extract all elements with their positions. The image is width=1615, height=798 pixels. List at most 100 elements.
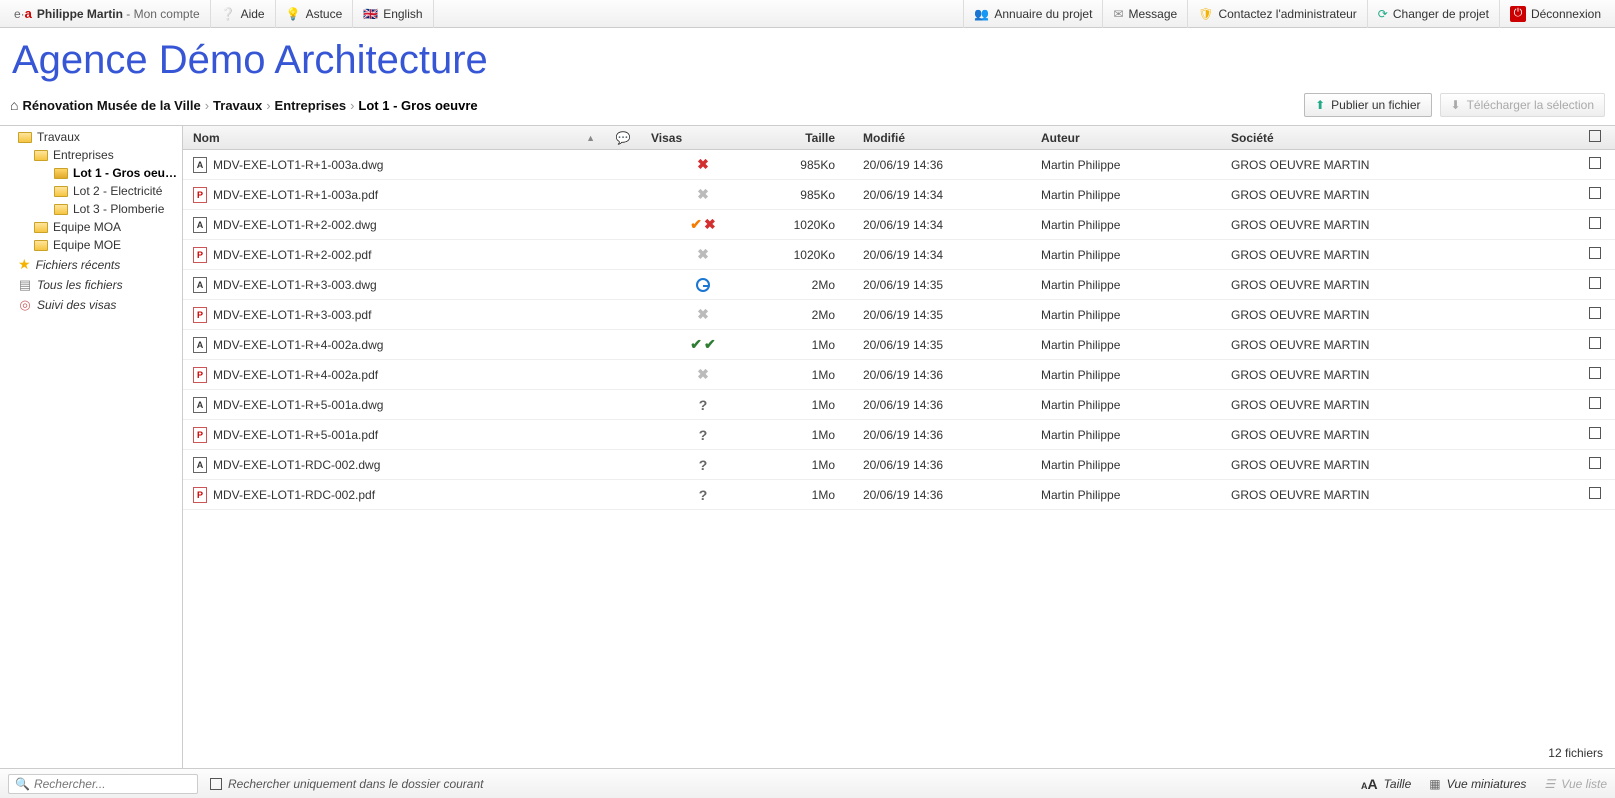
col-header-societe[interactable]: Société (1223, 131, 1533, 145)
breadcrumb-l2[interactable]: Entreprises (275, 98, 347, 113)
pdf-file-icon: P (193, 307, 207, 323)
text-size-toggle[interactable]: AA Taille (1361, 776, 1411, 792)
row-select[interactable] (1575, 247, 1615, 262)
col-header-nom[interactable]: Nom ▲ (183, 131, 603, 145)
search-current-folder-checkbox[interactable]: Rechercher uniquement dans le dossier co… (210, 777, 483, 791)
project-directory-link[interactable]: 👥 Annuaire du projet (963, 0, 1102, 28)
tree-item-entreprises[interactable]: Entreprises (0, 146, 182, 164)
help-link[interactable]: ❔ Aide (211, 0, 276, 28)
checkbox-icon[interactable] (210, 778, 222, 790)
tree-item-travaux[interactable]: Travaux (0, 128, 182, 146)
tree-item-label: Travaux (37, 130, 178, 144)
file-row[interactable]: AMDV-EXE-LOT1-R+1-003a.dwg✖985Ko20/06/19… (183, 150, 1615, 180)
checkbox-icon[interactable] (1589, 337, 1601, 349)
tree-item-equipe-moe[interactable]: Equipe MOE (0, 236, 182, 254)
col-header-visas[interactable]: Visas (643, 131, 763, 145)
checkbox-icon[interactable] (1589, 397, 1601, 409)
checkbox-icon[interactable] (1589, 307, 1601, 319)
search-input[interactable] (34, 777, 191, 791)
file-row[interactable]: PMDV-EXE-LOT1-R+5-001a.pdf?1Mo20/06/19 1… (183, 420, 1615, 450)
checkbox-icon[interactable] (1589, 277, 1601, 289)
file-size: 985Ko (763, 188, 843, 202)
file-row[interactable]: PMDV-EXE-LOT1-RDC-002.pdf?1Mo20/06/19 14… (183, 480, 1615, 510)
breadcrumb-l1[interactable]: Travaux (213, 98, 262, 113)
checkbox-icon[interactable] (1589, 247, 1601, 259)
directory-label: Annuaire du projet (994, 7, 1092, 21)
folder-tree[interactable]: TravauxEntreprisesLot 1 - Gros oeuvreLot… (0, 126, 183, 768)
row-select[interactable] (1575, 277, 1615, 292)
file-author: Martin Philippe (1033, 158, 1223, 172)
tree-item-tous-les-fichiers[interactable]: ▤Tous les fichiers (0, 275, 182, 295)
size-label: Taille (1384, 777, 1412, 791)
file-name: MDV-EXE-LOT1-RDC-002.pdf (213, 488, 375, 502)
tree-item-lot-1-gros-oeuvre[interactable]: Lot 1 - Gros oeuvre (0, 164, 182, 182)
contact-admin-label: Contactez l'administrateur (1218, 7, 1356, 21)
tree-item-fichiers-r-cents[interactable]: ★Fichiers récents (0, 254, 182, 275)
checkbox-icon[interactable] (1589, 487, 1601, 499)
checkbox-icon[interactable] (1589, 130, 1601, 142)
file-author: Martin Philippe (1033, 488, 1223, 502)
breadcrumb-l3[interactable]: Lot 1 - Gros oeuvre (358, 98, 477, 113)
folder-icon (34, 240, 48, 251)
text-size-icon: AA (1361, 776, 1378, 792)
tree-item-equipe-moa[interactable]: Equipe MOA (0, 218, 182, 236)
visa-status: ✖ (651, 186, 755, 203)
row-select[interactable] (1575, 157, 1615, 172)
tree-item-lot-3-plomberie[interactable]: Lot 3 - Plomberie (0, 200, 182, 218)
logo-ea: e·a (14, 6, 32, 21)
checkbox-icon[interactable] (1589, 157, 1601, 169)
dwg-file-icon: A (193, 157, 207, 173)
row-select[interactable] (1575, 397, 1615, 412)
tree-item-suivi-des-visas[interactable]: ◎Suivi des visas (0, 295, 182, 315)
file-author: Martin Philippe (1033, 248, 1223, 262)
row-select[interactable] (1575, 427, 1615, 442)
checkbox-icon[interactable] (1589, 187, 1601, 199)
grid-body[interactable]: AMDV-EXE-LOT1-R+1-003a.dwg✖985Ko20/06/19… (183, 150, 1615, 738)
col-header-select-all[interactable] (1575, 130, 1615, 145)
file-row[interactable]: PMDV-EXE-LOT1-R+2-002.pdf✖1020Ko20/06/19… (183, 240, 1615, 270)
file-row[interactable]: AMDV-EXE-LOT1-R+3-003.dwg2Mo20/06/19 14:… (183, 270, 1615, 300)
contact-admin-link[interactable]: 🛡 Contactez l'administrateur (1187, 0, 1367, 28)
col-header-modifie[interactable]: Modifié (843, 131, 1033, 145)
row-select[interactable] (1575, 307, 1615, 322)
file-row[interactable]: PMDV-EXE-LOT1-R+3-003.pdf✖2Mo20/06/19 14… (183, 300, 1615, 330)
message-link[interactable]: ✉ Message (1102, 0, 1187, 28)
change-project-link[interactable]: ⟳ Changer de projet (1367, 0, 1499, 28)
file-modified: 20/06/19 14:36 (843, 158, 1033, 172)
breadcrumb-sep: › (205, 98, 209, 113)
search-current-label: Rechercher uniquement dans le dossier co… (228, 777, 483, 791)
row-select[interactable] (1575, 487, 1615, 502)
lang-label: English (383, 7, 422, 21)
file-modified: 20/06/19 14:36 (843, 488, 1033, 502)
language-link[interactable]: 🇬🇧 English (353, 0, 433, 28)
row-select[interactable] (1575, 187, 1615, 202)
file-row[interactable]: PMDV-EXE-LOT1-R+4-002a.pdf✖1Mo20/06/19 1… (183, 360, 1615, 390)
file-company: GROS OEUVRE MARTIN (1223, 278, 1533, 292)
search-box[interactable]: 🔍 (8, 774, 198, 794)
col-header-taille[interactable]: Taille (763, 131, 843, 145)
thumbnail-view-button[interactable]: ▦ Vue miniatures (1429, 777, 1526, 791)
row-select[interactable] (1575, 337, 1615, 352)
col-header-comment[interactable]: 💬 (603, 131, 643, 145)
home-icon[interactable]: ⌂ (10, 97, 18, 113)
logout-link[interactable]: ⏻ Déconnexion (1499, 0, 1611, 28)
file-row[interactable]: AMDV-EXE-LOT1-R+2-002.dwg✔✖1020Ko20/06/1… (183, 210, 1615, 240)
file-row[interactable]: PMDV-EXE-LOT1-R+1-003a.pdf✖985Ko20/06/19… (183, 180, 1615, 210)
checkbox-icon[interactable] (1589, 457, 1601, 469)
file-row[interactable]: AMDV-EXE-LOT1-RDC-002.dwg?1Mo20/06/19 14… (183, 450, 1615, 480)
tip-link[interactable]: 💡 Astuce (276, 0, 354, 28)
file-size: 1Mo (763, 458, 843, 472)
row-select[interactable] (1575, 367, 1615, 382)
publish-file-button[interactable]: ⬆ Publier un fichier (1304, 93, 1431, 117)
checkbox-icon[interactable] (1589, 427, 1601, 439)
breadcrumb-home[interactable]: Rénovation Musée de la Ville (22, 98, 200, 113)
row-select[interactable] (1575, 457, 1615, 472)
checkbox-icon[interactable] (1589, 367, 1601, 379)
file-row[interactable]: AMDV-EXE-LOT1-R+4-002a.dwg✔✔1Mo20/06/19 … (183, 330, 1615, 360)
file-row[interactable]: AMDV-EXE-LOT1-R+5-001a.dwg?1Mo20/06/19 1… (183, 390, 1615, 420)
col-header-auteur[interactable]: Auteur (1033, 131, 1223, 145)
checkbox-icon[interactable] (1589, 217, 1601, 229)
account-menu[interactable]: e·a Philippe Martin - Mon compte (4, 0, 211, 28)
row-select[interactable] (1575, 217, 1615, 232)
tree-item-lot-2-electricit-[interactable]: Lot 2 - Electricité (0, 182, 182, 200)
